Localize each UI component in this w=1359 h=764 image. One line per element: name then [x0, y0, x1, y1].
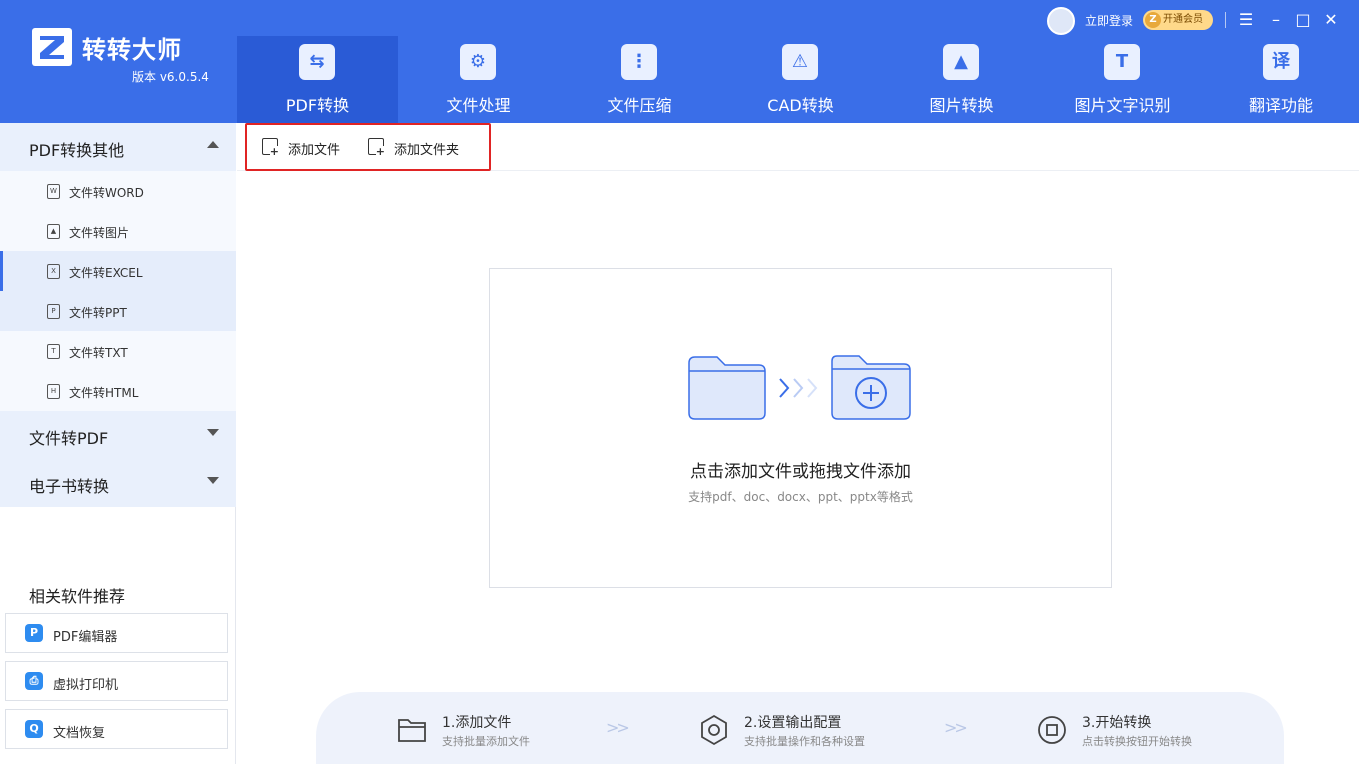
- recommend-pdf-editor[interactable]: P PDF编辑器: [5, 613, 228, 653]
- printer-icon: ⎙: [25, 672, 43, 690]
- sidebar-item-label: 文件转图片: [69, 226, 130, 240]
- drop-zone-subtitle: 支持pdf、doc、docx、ppt、pptx等格式: [688, 490, 913, 504]
- sidebar-item-label: 文件转PPT: [69, 306, 127, 320]
- sidebar-item-to-ppt[interactable]: P 文件转PPT: [0, 291, 236, 331]
- recommend-label: 虚拟打印机: [53, 678, 119, 693]
- tab-cad-convert[interactable]: ⚠ CAD转换: [720, 36, 881, 123]
- minimize-icon[interactable]: –: [1264, 8, 1288, 32]
- pdf-editor-icon: P: [25, 624, 43, 642]
- app-logo-icon: [32, 28, 72, 66]
- sidebar: PDF转换其他 W 文件转WORD ▲ 文件转图片 X 文件转EXCEL P 文…: [0, 123, 236, 764]
- tab-pdf-convert[interactable]: ⇆ PDF转换: [237, 36, 398, 123]
- group-label: 文件转PDF: [29, 429, 109, 448]
- login-link[interactable]: 立即登录: [1085, 12, 1133, 29]
- step-desc: 支持批量添加文件: [442, 735, 530, 748]
- cad-convert-icon: ⚠: [782, 44, 818, 80]
- file-process-icon: ⚙: [460, 44, 496, 80]
- recovery-icon: Q: [25, 720, 43, 738]
- tab-label: 文件处理: [446, 96, 511, 115]
- step-title: 2.设置输出配置: [744, 715, 842, 731]
- file-compress-icon: ⋮: [621, 44, 657, 80]
- ocr-icon: T: [1104, 44, 1140, 80]
- tab-image-convert[interactable]: ▲ 图片转换: [881, 36, 1042, 123]
- add-file-button[interactable]: + 添加文件: [262, 137, 352, 158]
- image-convert-icon: ▲: [943, 44, 979, 80]
- image-file-icon: ▲: [47, 224, 60, 239]
- recommend-label: 文档恢复: [53, 726, 106, 741]
- toolbar: + 添加文件 + 添加文件夹: [237, 123, 1359, 171]
- step-title: 3.开始转换: [1082, 715, 1152, 731]
- vip-icon: Z: [1145, 12, 1161, 28]
- tab-label: PDF转换: [285, 96, 350, 115]
- steps-bar: 1.添加文件 支持批量添加文件 >> 2.设置输出配置 支持批量操作和各种设置 …: [316, 692, 1284, 764]
- app-version: 版本 v6.0.5.4: [132, 70, 209, 84]
- tab-translate[interactable]: 译 翻译功能: [1203, 36, 1359, 123]
- tab-label: 翻译功能: [1248, 96, 1313, 115]
- sidebar-item-to-word[interactable]: W 文件转WORD: [0, 171, 236, 211]
- tab-file-process[interactable]: ⚙ 文件处理: [398, 36, 559, 123]
- sidebar-item-to-html[interactable]: H 文件转HTML: [0, 371, 236, 411]
- step-arrow-icon: >>: [944, 718, 968, 737]
- sidebar-item-to-txt[interactable]: T 文件转TXT: [0, 331, 236, 371]
- top-bar: 转转大师 版本 v6.0.5.4 ⇆ PDF转换 ⚙ 文件处理 ⋮ 文件压缩 ⚠…: [0, 0, 1359, 123]
- sidebar-item-label: 文件转EXCEL: [69, 266, 143, 280]
- close-icon[interactable]: ✕: [1319, 8, 1343, 32]
- app-name: 转转大师: [82, 36, 182, 64]
- add-folder-button[interactable]: + 添加文件夹: [368, 137, 478, 158]
- pdf-convert-icon: ⇆: [299, 44, 335, 80]
- sidebar-group-pdf-other[interactable]: PDF转换其他: [0, 123, 236, 171]
- add-folder-icon: +: [368, 138, 385, 157]
- chevron-down-icon: [207, 477, 219, 484]
- recommend-virtual-printer[interactable]: ⎙ 虚拟打印机: [5, 661, 228, 701]
- maximize-icon[interactable]: □: [1291, 8, 1315, 32]
- tab-label: 图片转换: [929, 96, 994, 115]
- recommend-label: PDF编辑器: [53, 630, 118, 645]
- group-label: 电子书转换: [29, 477, 110, 496]
- tab-label: CAD转换: [767, 96, 834, 115]
- folder-icon: [398, 719, 426, 742]
- settings-icon: [701, 714, 727, 746]
- add-file-icon: +: [262, 138, 279, 157]
- menu-icon[interactable]: ☰: [1234, 8, 1258, 32]
- excel-file-icon: X: [47, 264, 60, 279]
- sidebar-group-file-to-pdf[interactable]: 文件转PDF: [0, 411, 236, 459]
- tab-file-compress[interactable]: ⋮ 文件压缩: [559, 36, 720, 123]
- divider: [1225, 12, 1226, 28]
- sidebar-item-to-excel[interactable]: X 文件转EXCEL: [0, 251, 236, 291]
- group-label: PDF转换其他: [29, 141, 125, 160]
- tab-label: 图片文字识别: [1074, 96, 1171, 115]
- chevron-down-icon: [207, 429, 219, 436]
- recommend-title: 相关软件推荐: [29, 587, 126, 606]
- sidebar-item-label: 文件转WORD: [69, 186, 144, 200]
- html-file-icon: H: [47, 384, 60, 399]
- add-folder-label: 添加文件夹: [394, 143, 460, 158]
- sidebar-item-to-image[interactable]: ▲ 文件转图片: [0, 211, 236, 251]
- drop-zone-title: 点击添加文件或拖拽文件添加: [690, 462, 911, 482]
- recommend-doc-recovery[interactable]: Q 文档恢复: [5, 709, 228, 749]
- folder-transfer-icon: [688, 355, 911, 420]
- txt-file-icon: T: [47, 344, 60, 359]
- step-arrow-icon: >>: [606, 718, 630, 737]
- tab-ocr[interactable]: T 图片文字识别: [1042, 36, 1203, 123]
- step-desc: 点击转换按钮开始转换: [1082, 735, 1192, 748]
- vip-label: 开通会员: [1163, 14, 1203, 25]
- tab-label: 文件压缩: [607, 96, 672, 115]
- sidebar-item-label: 文件转HTML: [69, 386, 139, 400]
- ppt-file-icon: P: [47, 304, 60, 319]
- vip-button[interactable]: Z 开通会员: [1143, 10, 1213, 30]
- word-file-icon: W: [47, 184, 60, 199]
- chevron-up-icon: [207, 141, 219, 148]
- file-drop-zone[interactable]: 点击添加文件或拖拽文件添加 支持pdf、doc、docx、ppt、pptx等格式: [489, 268, 1112, 588]
- step-desc: 支持批量操作和各种设置: [744, 735, 865, 748]
- add-file-label: 添加文件: [288, 143, 341, 158]
- translate-icon: 译: [1263, 44, 1299, 80]
- convert-icon: [1038, 716, 1066, 744]
- sidebar-item-label: 文件转TXT: [69, 346, 128, 360]
- step-title: 1.添加文件: [442, 715, 512, 731]
- avatar[interactable]: [1047, 7, 1075, 35]
- sidebar-group-ebook[interactable]: 电子书转换: [0, 459, 236, 507]
